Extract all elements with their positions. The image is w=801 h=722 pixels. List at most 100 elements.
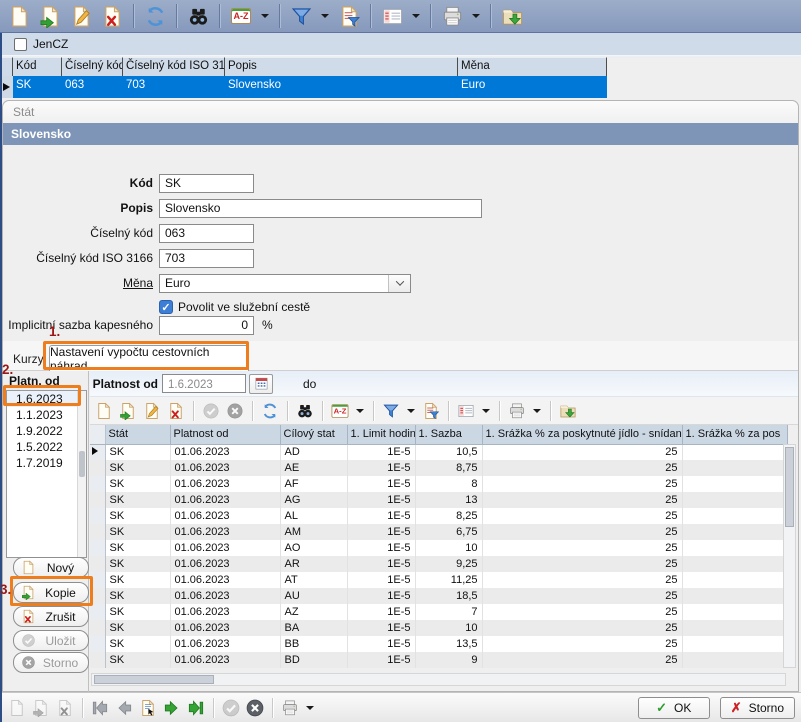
cell[interactable]: 1E-5 xyxy=(347,620,415,636)
cell-popis[interactable]: Slovensko xyxy=(225,76,458,98)
cell-iso[interactable]: 703 xyxy=(123,76,225,98)
cell[interactable]: 01.06.2023 xyxy=(170,460,280,476)
table-row[interactable]: SK01.06.2023AG1E-51325 xyxy=(90,492,787,508)
list-item[interactable]: 1.5.2022 xyxy=(7,439,86,455)
table-row[interactable]: SK 063 703 Slovensko Euro xyxy=(0,76,801,98)
cell[interactable]: SK xyxy=(105,620,170,636)
cell[interactable]: 25 xyxy=(482,540,682,556)
cell[interactable] xyxy=(682,604,787,620)
table-row[interactable]: SK01.06.2023AT1E-511,2525 xyxy=(90,572,787,588)
list-item[interactable]: 1.6.2023 xyxy=(7,391,86,407)
column-header[interactable]: 1. Limit hodin xyxy=(347,425,415,444)
cell[interactable]: 8,25 xyxy=(415,508,482,524)
cell[interactable]: 1E-5 xyxy=(347,652,415,668)
chevron-down-icon[interactable] xyxy=(412,14,420,18)
cell[interactable]: 01.06.2023 xyxy=(170,476,280,492)
tab-nahrady[interactable]: Nastavení vypočtu cestovních náhrad xyxy=(49,345,249,371)
delete-icon[interactable] xyxy=(165,399,187,423)
sort-az-icon[interactable]: A-Z xyxy=(227,2,255,30)
cell[interactable]: 1E-5 xyxy=(347,588,415,604)
column-header[interactable]: 1. Sazba xyxy=(415,425,482,444)
cell[interactable]: AZ xyxy=(280,604,347,620)
cell[interactable]: 10 xyxy=(415,620,482,636)
first-record-icon[interactable] xyxy=(89,696,111,720)
cell[interactable]: 1E-5 xyxy=(347,492,415,508)
cell[interactable]: 1E-5 xyxy=(347,572,415,588)
cell[interactable]: 25 xyxy=(482,652,682,668)
table-row[interactable]: SK01.06.2023AF1E-5825 xyxy=(90,476,787,492)
cell[interactable]: 25 xyxy=(482,476,682,492)
ciselny-kod-input[interactable] xyxy=(159,224,254,243)
cell[interactable]: 1E-5 xyxy=(347,444,415,460)
cell[interactable]: AR xyxy=(280,556,347,572)
cell[interactable]: SK xyxy=(105,444,170,460)
new-icon[interactable] xyxy=(93,399,115,423)
column-header[interactable]: Kód xyxy=(13,57,62,76)
cell[interactable]: BA xyxy=(280,620,347,636)
cell[interactable]: SK xyxy=(105,476,170,492)
validity-list[interactable]: 1.6.2023 1.1.2023 1.9.2022 1.5.2022 1.7.… xyxy=(6,390,87,558)
list-scrollbar[interactable] xyxy=(77,391,86,557)
column-header[interactable]: 1. Srážka % za pos xyxy=(682,425,787,444)
combo-dropdown-button[interactable] xyxy=(388,275,410,292)
chevron-down-icon[interactable] xyxy=(356,409,364,413)
list-item[interactable]: 1.9.2022 xyxy=(7,423,86,439)
filter-values-icon[interactable] xyxy=(335,2,363,30)
cell[interactable]: AE xyxy=(280,460,347,476)
table-row[interactable]: SK01.06.2023AM1E-56,7525 xyxy=(90,524,787,540)
cell[interactable]: SK xyxy=(105,460,170,476)
find-icon[interactable] xyxy=(294,399,316,423)
find-icon[interactable] xyxy=(184,2,212,30)
cell[interactable]: 13 xyxy=(415,492,482,508)
horizontal-scrollbar[interactable] xyxy=(91,673,786,686)
cell[interactable]: SK xyxy=(105,636,170,652)
cell[interactable]: SK xyxy=(105,604,170,620)
table-row[interactable]: SK01.06.2023AR1E-59,2525 xyxy=(90,556,787,572)
cell[interactable]: 25 xyxy=(482,620,682,636)
mena-combobox[interactable]: Euro xyxy=(159,274,411,293)
cell-mena[interactable]: Euro xyxy=(458,76,607,98)
iso-input[interactable] xyxy=(159,249,254,268)
vertical-scrollbar[interactable] xyxy=(783,444,796,668)
table-row[interactable]: SK01.06.2023AE1E-58,7525 xyxy=(90,460,787,476)
last-record-icon[interactable] xyxy=(185,696,207,720)
cell[interactable]: SK xyxy=(105,556,170,572)
column-header[interactable]: Číselný kód xyxy=(62,57,123,76)
cell[interactable]: AT xyxy=(280,572,347,588)
cell[interactable]: BD xyxy=(280,652,347,668)
cell[interactable]: 25 xyxy=(482,572,682,588)
cell[interactable]: SK xyxy=(105,492,170,508)
cell[interactable] xyxy=(682,588,787,604)
table-row[interactable]: SK01.06.2023AL1E-58,2525 xyxy=(90,508,787,524)
cell[interactable] xyxy=(682,476,787,492)
table-row[interactable]: SK01.06.2023AZ1E-5725 xyxy=(90,604,787,620)
cell[interactable]: SK xyxy=(105,524,170,540)
prev-record-icon[interactable] xyxy=(113,696,135,720)
new-icon[interactable] xyxy=(5,2,33,30)
cell[interactable]: 1E-5 xyxy=(347,604,415,620)
cell[interactable] xyxy=(682,620,787,636)
edit-icon[interactable] xyxy=(141,399,163,423)
cell[interactable]: SK xyxy=(105,508,170,524)
table-row[interactable]: SK01.06.2023AD1E-510,525 xyxy=(90,444,787,460)
scrollbar-thumb[interactable] xyxy=(79,451,85,477)
zrusit-button[interactable]: Zrušit xyxy=(13,606,89,627)
allow-travel-checkbox[interactable]: ✓ xyxy=(159,300,173,314)
cell[interactable]: SK xyxy=(105,652,170,668)
cell[interactable]: 25 xyxy=(482,588,682,604)
table-row[interactable]: SK01.06.2023AO1E-51025 xyxy=(90,540,787,556)
ok-button[interactable]: ✓ OK xyxy=(638,697,710,719)
report-icon[interactable] xyxy=(137,696,159,720)
column-header[interactable]: Měna xyxy=(458,57,607,76)
cell[interactable] xyxy=(682,556,787,572)
table-row[interactable]: SK01.06.2023BB1E-513,525 xyxy=(90,636,787,652)
edit-icon[interactable] xyxy=(67,2,95,30)
cell[interactable]: 25 xyxy=(482,556,682,572)
cell[interactable]: AG xyxy=(280,492,347,508)
calendar-button[interactable] xyxy=(249,374,273,394)
kopie-button[interactable]: Kopie xyxy=(13,582,89,603)
cell[interactable]: 01.06.2023 xyxy=(170,444,280,460)
cell[interactable] xyxy=(682,460,787,476)
cell[interactable]: 25 xyxy=(482,508,682,524)
column-header[interactable]: Platnost od xyxy=(170,425,280,444)
